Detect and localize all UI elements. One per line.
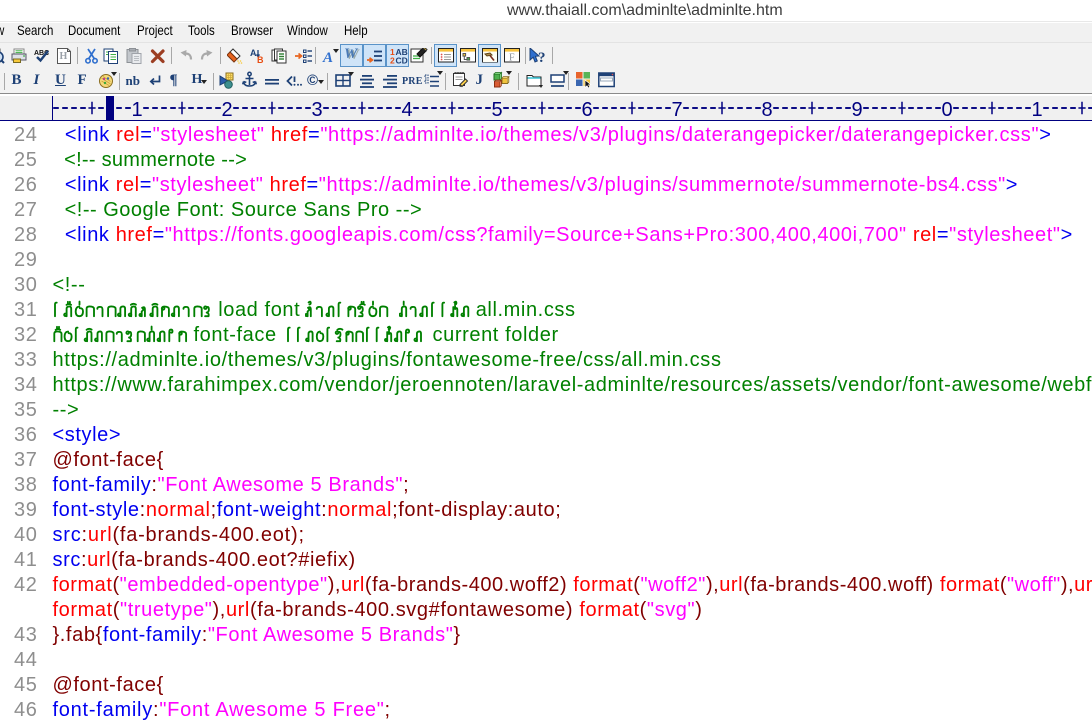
svg-text:9: 9 xyxy=(851,99,862,120)
svg-text:A: A xyxy=(322,50,333,64)
svg-text:5: 5 xyxy=(491,99,502,120)
svg-text:8: 8 xyxy=(761,99,772,120)
svg-text:2: 2 xyxy=(390,56,395,66)
svg-text:1: 1 xyxy=(131,99,142,120)
svg-text:4: 4 xyxy=(401,99,412,120)
svg-text:H: H xyxy=(59,51,67,62)
svg-text:7: 7 xyxy=(671,99,682,120)
svg-text:2: 2 xyxy=(221,99,232,120)
svg-text:1: 1 xyxy=(1031,99,1042,120)
svg-text:A: A xyxy=(250,48,257,58)
svg-text:6: 6 xyxy=(581,99,592,120)
svg-text:0: 0 xyxy=(941,99,952,120)
svg-text:B: B xyxy=(257,55,264,64)
svg-text:F: F xyxy=(509,53,515,64)
svg-text:?: ? xyxy=(538,50,546,64)
svg-text:3: 3 xyxy=(311,99,322,120)
svg-text:CD: CD xyxy=(395,56,407,66)
